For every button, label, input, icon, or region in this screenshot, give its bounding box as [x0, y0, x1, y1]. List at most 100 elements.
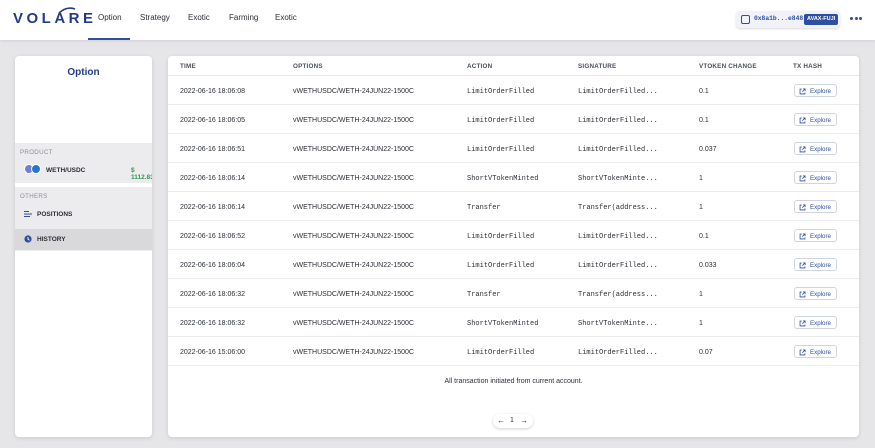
explore-button[interactable]: Explore: [794, 84, 837, 97]
cell-option: vWETHUSDC/WETH-24JUN22-1500C: [293, 88, 414, 95]
more-horizontal-icon[interactable]: [850, 16, 862, 22]
table-row: 2022-06-16 18:06:32 vWETHUSDC/WETH-24JUN2…: [168, 308, 859, 337]
cell-change: 0.033: [699, 262, 717, 269]
cell-option: vWETHUSDC/WETH-24JUN22-1500C: [293, 349, 414, 356]
cell-time: 2022-06-16 18:06:14: [180, 204, 245, 211]
explore-button[interactable]: Explore: [794, 345, 837, 358]
explore-button[interactable]: Explore: [794, 229, 837, 242]
cell-change: 0.1: [699, 88, 709, 95]
sidebar-item-history[interactable]: HISTORY: [15, 229, 152, 250]
next-page-button[interactable]: →: [520, 416, 528, 425]
table-header: TIME OPTIONS ACTION SIGNATURE VTOKEN CHA…: [168, 56, 859, 76]
product-name: WETH/USDC: [46, 167, 86, 174]
external-link-icon: [799, 145, 806, 152]
explore-button[interactable]: Explore: [794, 287, 837, 300]
others-section-label: OTHERS: [20, 193, 48, 200]
explore-label: Explore: [810, 320, 831, 327]
cell-time: 2022-06-16 18:06:05: [180, 117, 245, 124]
cell-signature: LimitOrderFilled...: [578, 146, 658, 154]
cell-option: vWETHUSDC/WETH-24JUN22-1500C: [293, 262, 414, 269]
wallet-icon: [741, 15, 750, 24]
usdc-coin-icon: [31, 164, 41, 174]
explore-label: Explore: [810, 262, 831, 269]
cell-option: vWETHUSDC/WETH-24JUN22-1500C: [293, 146, 414, 153]
cell-signature: ShortVTokenMinte...: [578, 320, 658, 328]
cell-change: 1: [699, 291, 703, 298]
cell-action: Transfer: [467, 291, 501, 299]
tab-strategy[interactable]: Strategy: [140, 13, 170, 22]
tab-option[interactable]: Option: [98, 13, 122, 22]
active-tab-indicator: [88, 38, 130, 40]
external-link-icon: [799, 290, 806, 297]
history-icon: [24, 235, 32, 243]
cell-time: 2022-06-16 18:06:32: [180, 291, 245, 298]
cell-option: vWETHUSDC/WETH-24JUN22-1500C: [293, 117, 414, 124]
history-table-card: TIME OPTIONS ACTION SIGNATURE VTOKEN CHA…: [168, 56, 859, 437]
external-link-icon: [799, 232, 806, 239]
cell-option: vWETHUSDC/WETH-24JUN22-1500C: [293, 233, 414, 240]
wallet-address: 0x8a1b...e848: [754, 15, 804, 22]
cell-change: 0.1: [699, 233, 709, 240]
cell-time: 2022-06-16 18:06:08: [180, 88, 245, 95]
explore-button[interactable]: Explore: [794, 200, 837, 213]
external-link-icon: [799, 116, 806, 123]
cell-signature: LimitOrderFilled...: [578, 349, 658, 357]
cell-action: LimitOrderFilled: [467, 146, 535, 154]
cell-change: 0.07: [699, 349, 713, 356]
cell-signature: Transfer(address...: [578, 291, 658, 299]
wallet-button[interactable]: 0x8a1b...e848 AVAX-FUJI: [736, 11, 840, 28]
sidebar-title: Option: [67, 67, 100, 78]
explore-label: Explore: [810, 146, 831, 153]
cell-change: 0.1: [699, 117, 709, 124]
table-row: 2022-06-16 18:06:05 vWETHUSDC/WETH-24JUN2…: [168, 105, 859, 134]
explore-button[interactable]: Explore: [794, 171, 837, 184]
cell-option: vWETHUSDC/WETH-24JUN22-1500C: [293, 320, 414, 327]
cell-signature: Transfer(address...: [578, 204, 658, 212]
cell-signature: LimitOrderFilled...: [578, 262, 658, 270]
cell-change: 1: [699, 175, 703, 182]
cell-time: 2022-06-16 18:06:14: [180, 175, 245, 182]
header-tx-hash: TX HASH: [793, 63, 823, 70]
table-row: 2022-06-16 18:06:14 vWETHUSDC/WETH-24JUN2…: [168, 163, 859, 192]
explore-button[interactable]: Explore: [794, 316, 837, 329]
cell-time: 2022-06-16 18:06:32: [180, 320, 245, 327]
cell-option: vWETHUSDC/WETH-24JUN22-1500C: [293, 175, 414, 182]
explore-label: Explore: [810, 175, 831, 182]
header-action: ACTION: [467, 63, 493, 70]
cell-time: 2022-06-16 18:06:52: [180, 233, 245, 240]
cell-time: 2022-06-16 15:06:00: [180, 349, 245, 356]
table-row: 2022-06-16 18:06:08 vWETHUSDC/WETH-24JUN2…: [168, 76, 859, 105]
cell-signature: LimitOrderFilled...: [578, 117, 658, 125]
table-row: 2022-06-16 18:06:51 vWETHUSDC/WETH-24JUN2…: [168, 134, 859, 163]
tab-farming[interactable]: Farming: [229, 13, 258, 22]
sidebar: Option PRODUCT WETH/USDC $ 1112.83 OTHER…: [15, 56, 152, 437]
cell-action: Transfer: [467, 204, 501, 212]
header-signature: SIGNATURE: [578, 63, 617, 70]
sidebar-item-positions[interactable]: POSITIONS: [15, 204, 152, 225]
cell-signature: LimitOrderFilled...: [578, 233, 658, 241]
tab-exotic-2[interactable]: Exotic: [275, 13, 297, 22]
list-icon: [24, 211, 32, 217]
explore-button[interactable]: Explore: [794, 258, 837, 271]
table-row: 2022-06-16 18:06:04 vWETHUSDC/WETH-24JUN2…: [168, 250, 859, 279]
external-link-icon: [799, 319, 806, 326]
explore-button[interactable]: Explore: [794, 113, 837, 126]
product-price: $ 1112.83: [131, 167, 152, 181]
explore-button[interactable]: Explore: [794, 142, 837, 155]
header-time: TIME: [180, 63, 196, 70]
header-options: OPTIONS: [293, 63, 323, 70]
cell-action: LimitOrderFilled: [467, 88, 535, 96]
cell-action: LimitOrderFilled: [467, 117, 535, 125]
prev-page-button[interactable]: ←: [497, 416, 505, 425]
header-vtoken-change: VTOKEN CHANGE: [699, 63, 757, 70]
external-link-icon: [799, 203, 806, 210]
external-link-icon: [799, 261, 806, 268]
network-badge: AVAX-FUJI: [804, 14, 839, 25]
cell-change: 0.037: [699, 146, 717, 153]
sidebar-item-label: POSITIONS: [37, 211, 73, 218]
volare-logo[interactable]: VOLARE: [13, 10, 97, 27]
cell-action: LimitOrderFilled: [467, 233, 535, 241]
cell-change: 1: [699, 320, 703, 327]
tab-exotic[interactable]: Exotic: [188, 13, 210, 22]
cell-time: 2022-06-16 18:06:51: [180, 146, 245, 153]
